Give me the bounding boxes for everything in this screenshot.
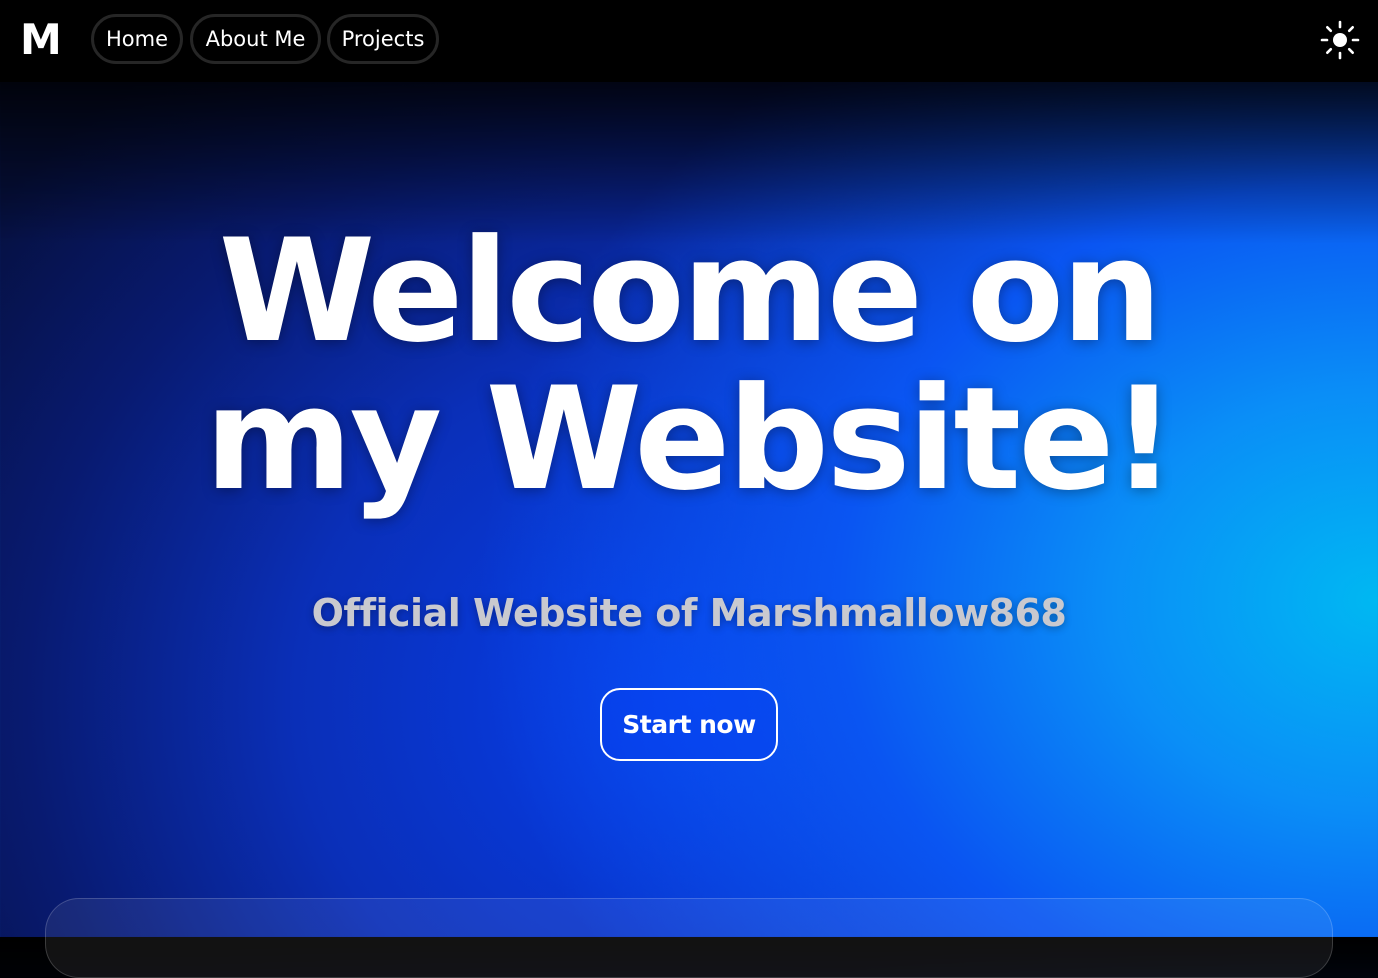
hero-title: Welcome on my Website! xyxy=(100,218,1278,514)
hero-title-line-1: Welcome on xyxy=(218,209,1163,374)
theme-toggle-button[interactable] xyxy=(1320,20,1360,60)
site-logo[interactable]: M xyxy=(20,18,62,62)
content-card xyxy=(45,898,1333,978)
sun-icon xyxy=(1320,20,1360,60)
hero-subtitle: Official Website of Marshmallow868 xyxy=(311,591,1067,635)
nav-projects-link[interactable]: Projects xyxy=(327,14,439,64)
top-navbar: M Home About Me Projects xyxy=(0,0,1378,82)
start-now-button[interactable]: Start now xyxy=(600,688,778,761)
nav-about-me-link[interactable]: About Me xyxy=(190,14,321,64)
nav-home-link[interactable]: Home xyxy=(91,14,183,64)
hero-title-line-2: my Website! xyxy=(204,357,1177,522)
